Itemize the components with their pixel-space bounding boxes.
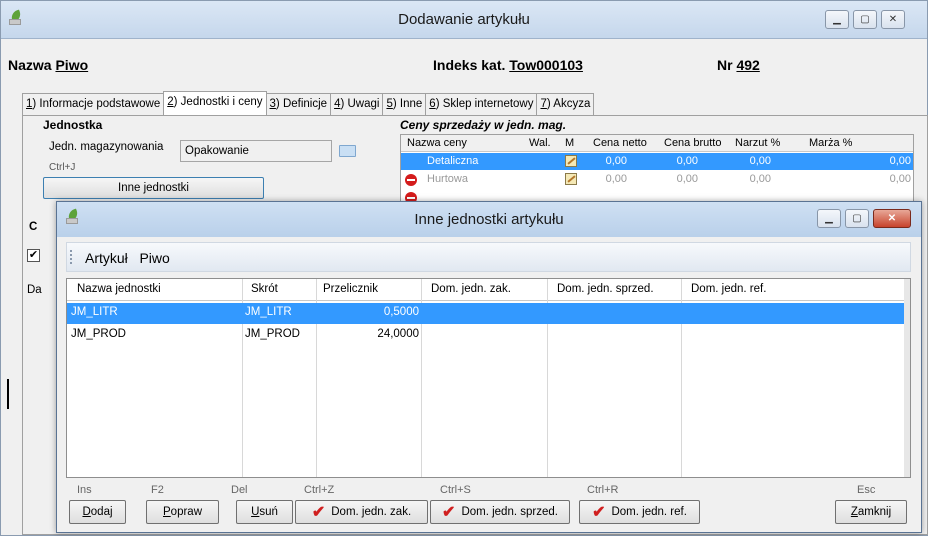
other-units-dialog: Inne jednostki artykułu ▁ ▢ ✕ Artykuł Pi… — [56, 201, 922, 533]
col-default-sale[interactable]: Dom. jedn. sprzed. — [557, 283, 654, 295]
col-default-purchase[interactable]: Dom. jedn. zak. — [431, 283, 511, 295]
shortcut-add: Ins — [77, 484, 92, 496]
add-button[interactable]: Dodaj — [69, 500, 126, 524]
unit-group-title: Jednostka — [43, 118, 103, 132]
storage-unit-label: Jedn. magazynowania — [49, 141, 164, 153]
price-gross: 0,00 — [676, 155, 698, 167]
col-currency: Wal. — [529, 137, 551, 149]
dialog-title-bar: Inne jednostki artykułu ▁ ▢ ✕ — [57, 202, 921, 237]
price-margin: 0,00 — [889, 173, 911, 185]
unit-shortcut: Ctrl+J — [49, 162, 76, 173]
close-button[interactable]: ✕ — [881, 10, 905, 29]
edit-icon[interactable] — [565, 173, 577, 185]
price-gross: 0,00 — [676, 173, 698, 185]
default-sale-unit-button[interactable]: ✔ Dom. jedn. sprzed. — [430, 500, 570, 524]
catalog-index-value: Tow000103 — [509, 57, 583, 73]
article-info: Artykuł Piwo — [85, 250, 170, 266]
tab-units-prices[interactable]: 2) Jednostki i ceny — [163, 91, 267, 115]
table-row[interactable]: JM_PROD JM_PROD 24,0000 — [67, 325, 910, 346]
delete-button[interactable]: Usuń — [236, 500, 293, 524]
col-margin: Marża % — [809, 137, 853, 149]
other-units-button[interactable]: Inne jednostki — [43, 177, 264, 199]
shortcut-ref: Ctrl+R — [587, 484, 619, 496]
tab-other[interactable]: 5) Inne — [382, 93, 427, 115]
storage-unit-field[interactable]: Opakowanie — [180, 140, 332, 162]
check-icon: ✔ — [311, 504, 326, 521]
edit-icon[interactable] — [565, 155, 577, 167]
checkbox-fragment[interactable]: ✔ — [27, 249, 40, 262]
dialog-minimize-button[interactable]: ▁ — [817, 209, 841, 228]
grid-scrollbar[interactable] — [904, 279, 910, 477]
hidden-group-fragment: C — [29, 221, 38, 233]
col-default-ref[interactable]: Dom. jedn. ref. — [691, 283, 766, 295]
default-ref-unit-button[interactable]: ✔ Dom. jedn. ref. — [579, 500, 700, 524]
toolbar-grip-icon[interactable] — [70, 250, 73, 264]
shortcut-sale: Ctrl+S — [440, 484, 471, 496]
dialog-title: Inne jednostki artykułu — [414, 211, 564, 228]
unit-short: JM_PROD — [245, 328, 300, 340]
price-name: Detaliczna — [427, 155, 479, 167]
price-markup: 0,00 — [749, 173, 771, 185]
catalog-index: Indeks kat. Tow000103 — [433, 57, 583, 73]
prices-grid-header: Nazwa ceny Wal. M Cena netto Cena brutto… — [401, 135, 913, 152]
col-short[interactable]: Skrót — [251, 283, 278, 295]
article-name-value: Piwo — [55, 57, 89, 73]
shortcut-delete: Del — [231, 484, 248, 496]
unit-name: JM_PROD — [71, 328, 126, 340]
article-number: Nr 492 — [717, 57, 760, 73]
no-entry-icon — [405, 174, 417, 186]
left-edge-mark — [7, 379, 9, 409]
unit-name: JM_LITR — [71, 306, 118, 318]
table-row[interactable]: JM_LITR JM_LITR 0,5000 — [67, 303, 910, 324]
unit-factor: 0,5000 — [383, 306, 419, 318]
shortcut-purchase: Ctrl+Z — [304, 484, 335, 496]
units-grid-header: Nazwa jednostki Skrót Przelicznik Dom. j… — [67, 279, 910, 301]
col-m: M — [565, 137, 575, 149]
col-factor[interactable]: Przelicznik — [323, 283, 378, 295]
close-dialog-button[interactable]: Zamknij — [835, 500, 907, 524]
price-name: Hurtowa — [427, 173, 468, 185]
article-name: Nazwa Piwo — [8, 57, 89, 73]
price-row[interactable]: Hurtowa 0,00 0,00 0,00 0,00 — [401, 171, 913, 188]
date-label-fragment: Da — [27, 284, 42, 296]
unit-short: JM_LITR — [245, 306, 292, 318]
shortcut-edit: F2 — [151, 484, 164, 496]
folder-icon[interactable] — [339, 145, 356, 157]
price-net: 0,00 — [605, 173, 627, 185]
col-net: Cena netto — [593, 137, 647, 149]
col-markup: Narzut % — [735, 137, 781, 149]
minimize-button[interactable]: ▁ — [825, 10, 849, 29]
main-title-bar: Dodawanie artykułu ▁ ▢ ✕ — [1, 1, 927, 39]
check-icon: ✔ — [442, 504, 456, 521]
edit-button[interactable]: Popraw — [146, 500, 219, 524]
tab-excise[interactable]: 7) Akcyza — [536, 93, 595, 115]
shortcut-close: Esc — [857, 484, 876, 496]
price-net: 0,00 — [605, 155, 627, 167]
article-number-value: 492 — [736, 57, 760, 73]
maximize-button[interactable]: ▢ — [853, 10, 877, 29]
price-margin: 0,00 — [889, 155, 911, 167]
col-gross: Cena brutto — [664, 137, 722, 149]
tab-basic-info[interactable]: 1) Informacje podstawowe — [22, 93, 165, 115]
main-window-title: Dodawanie artykułu — [398, 11, 530, 28]
check-icon: ✔ — [592, 504, 606, 521]
price-row[interactable]: Detaliczna 0,00 0,00 0,00 0,00 — [401, 153, 913, 170]
tab-notes[interactable]: 4) Uwagi — [330, 93, 384, 115]
tab-definitions[interactable]: 3) Definicje — [265, 93, 332, 115]
tab-online-shop[interactable]: 6) Sklep internetowy — [425, 93, 538, 115]
tab-strip: 1) Informacje podstawowe 2) Jednostki i … — [22, 91, 595, 115]
price-markup: 0,00 — [749, 155, 771, 167]
units-grid[interactable]: Nazwa jednostki Skrót Przelicznik Dom. j… — [66, 278, 911, 478]
dialog-toolbar: Artykuł Piwo — [66, 242, 911, 272]
dialog-maximize-button[interactable]: ▢ — [845, 209, 869, 228]
prices-group-title: Ceny sprzedaży w jedn. mag. — [400, 118, 567, 132]
col-unit-name[interactable]: Nazwa jednostki — [77, 283, 161, 295]
dialog-close-button[interactable]: ✕ — [873, 209, 911, 228]
col-price-name: Nazwa ceny — [407, 137, 467, 149]
default-purchase-unit-button[interactable]: ✔ Dom. jedn. zak. — [295, 500, 428, 524]
unit-factor: 24,0000 — [377, 328, 419, 340]
